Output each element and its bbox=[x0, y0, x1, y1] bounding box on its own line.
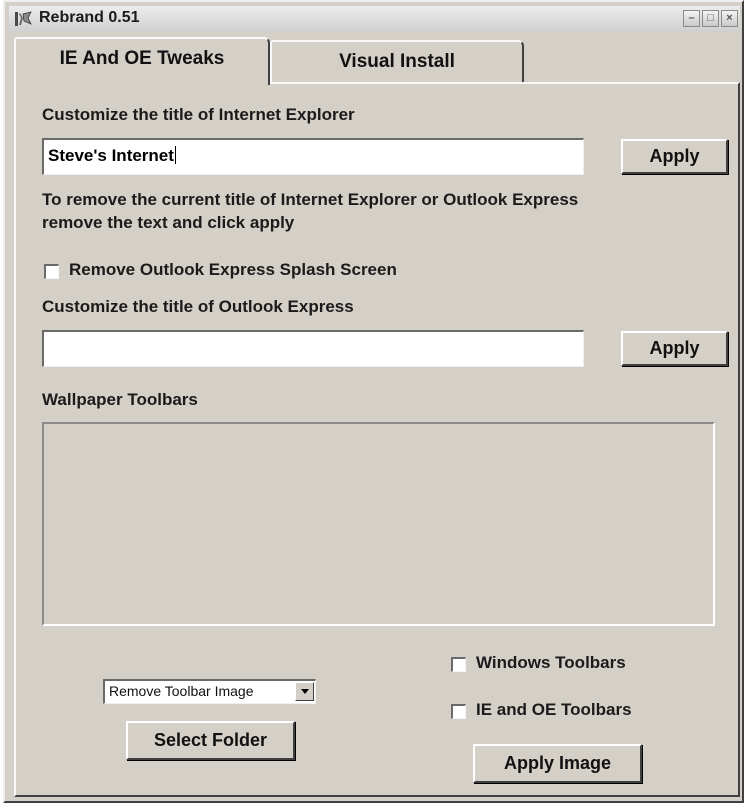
ie-apply-button[interactable]: Apply bbox=[621, 139, 728, 174]
close-button[interactable]: × bbox=[721, 10, 738, 27]
splash-screen-checkbox[interactable] bbox=[44, 264, 59, 279]
ie-title-input[interactable]: Steve's Internet bbox=[42, 138, 584, 175]
ie-title-value: Steve's Internet bbox=[48, 146, 174, 165]
ie-oe-toolbars-label: IE and OE Toolbars bbox=[476, 700, 632, 719]
window-controls: – □ × bbox=[683, 10, 738, 27]
dropdown-selected-value: Remove Toolbar Image bbox=[109, 683, 254, 699]
app-window: Rebrand 0.51 – □ × IE And OE Tweaks Visu… bbox=[3, 0, 744, 803]
rebrand-app-icon bbox=[13, 9, 33, 29]
windows-toolbars-checkbox[interactable] bbox=[451, 657, 466, 672]
text-caret bbox=[174, 146, 176, 164]
apply-image-button[interactable]: Apply Image bbox=[473, 744, 642, 783]
wallpaper-toolbars-label: Wallpaper Toolbars bbox=[42, 390, 198, 409]
tab-ie-and-oe-tweaks[interactable]: IE And OE Tweaks bbox=[14, 37, 270, 85]
oe-title-input[interactable] bbox=[42, 330, 584, 367]
minimize-button[interactable]: – bbox=[683, 10, 700, 27]
window-title: Rebrand 0.51 bbox=[39, 9, 140, 26]
oe-apply-button[interactable]: Apply bbox=[621, 331, 728, 366]
tab-panel: Customize the title of Internet Explorer… bbox=[14, 82, 740, 797]
chevron-down-icon[interactable] bbox=[295, 682, 314, 701]
ie-oe-toolbars-checkbox[interactable] bbox=[451, 704, 466, 719]
wallpaper-preview-box bbox=[42, 422, 715, 626]
remove-note-line1: To remove the current title of Internet … bbox=[42, 190, 579, 209]
title-bar[interactable]: Rebrand 0.51 – □ × bbox=[9, 6, 740, 32]
ie-title-label: Customize the title of Internet Explorer bbox=[42, 105, 355, 124]
splash-screen-label: Remove Outlook Express Splash Screen bbox=[69, 260, 397, 279]
select-folder-button[interactable]: Select Folder bbox=[126, 721, 295, 760]
windows-toolbars-label: Windows Toolbars bbox=[476, 653, 626, 672]
remove-note-line2: remove the text and click apply bbox=[42, 213, 295, 232]
tab-visual-install[interactable]: Visual Install bbox=[270, 40, 524, 84]
oe-title-label: Customize the title of Outlook Express bbox=[42, 297, 354, 316]
maximize-button[interactable]: □ bbox=[702, 10, 719, 27]
toolbar-image-dropdown[interactable]: Remove Toolbar Image bbox=[103, 679, 316, 704]
